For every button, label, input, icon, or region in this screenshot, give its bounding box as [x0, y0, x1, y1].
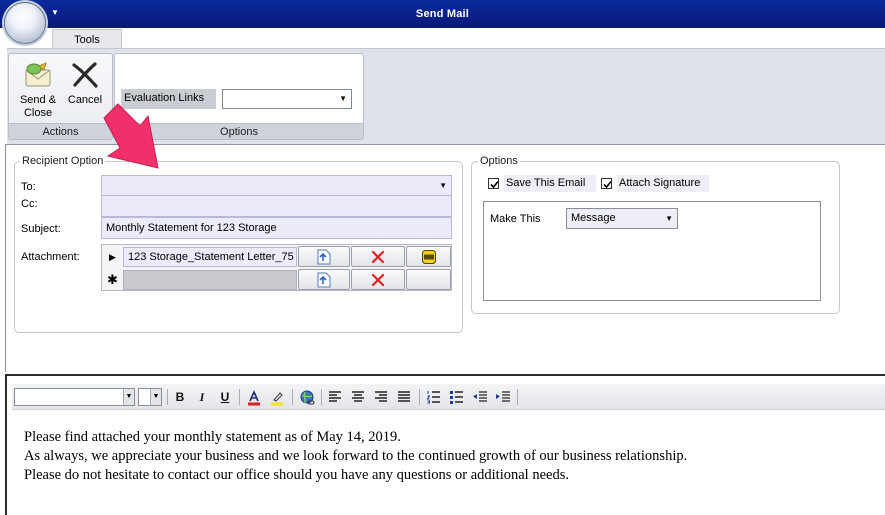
font-size-dropdown[interactable]: ▼: [138, 388, 162, 406]
recipient-option-legend: Recipient Option: [20, 155, 106, 167]
italic-icon[interactable]: I: [192, 387, 212, 407]
subject-label: Subject:: [21, 223, 61, 235]
toolbar-separator: [517, 389, 518, 405]
toolbar-separator: [292, 389, 293, 405]
body-line: As always, we appreciate your business a…: [24, 448, 688, 464]
new-row-asterisk-icon: ✱: [107, 272, 118, 287]
title-bar: Send Mail: [0, 0, 885, 28]
pdf-icon: [421, 249, 436, 264]
browse-file-icon: [317, 272, 331, 287]
delete-x-icon: [371, 273, 385, 286]
save-email-checkbox[interactable]: [488, 178, 499, 189]
underline-icon[interactable]: U: [215, 387, 235, 407]
cc-field[interactable]: [101, 196, 452, 217]
make-this-label: Make This: [490, 213, 541, 225]
subject-field[interactable]: Monthly Statement for 123 Storage: [101, 217, 452, 239]
remove-attachment-button[interactable]: [351, 246, 405, 267]
bold-icon[interactable]: B: [170, 387, 190, 407]
highlight-color-icon[interactable]: [267, 387, 287, 407]
align-right-icon[interactable]: [371, 387, 391, 407]
body-line: Please find attached your monthly statem…: [24, 429, 401, 445]
font-color-icon[interactable]: [244, 387, 264, 407]
attachment-file-cell[interactable]: 123 Storage_Statement Letter_75: [123, 247, 297, 267]
send-mail-icon: [22, 60, 54, 90]
attach-signature-label[interactable]: Attach Signature: [617, 175, 709, 192]
tab-tools[interactable]: Tools: [52, 29, 122, 49]
attachment-grid: ▶ 123 Storage_Statement Letter_75 ✱: [101, 244, 452, 291]
browse-attachment-button[interactable]: [298, 246, 350, 267]
window-title: Send Mail: [415, 8, 470, 20]
send-close-label-line2: Close: [23, 107, 53, 119]
new-attachment-cell[interactable]: [123, 270, 297, 290]
delete-x-icon: [371, 250, 385, 263]
chevron-down-icon: ▼: [665, 214, 673, 223]
numbered-list-icon[interactable]: [424, 387, 444, 407]
send-close-label-line1: Send &: [19, 94, 57, 106]
cancel-x-icon: [69, 60, 101, 90]
send-close-button[interactable]: Send & Close: [18, 60, 58, 120]
toolbar-separator: [239, 389, 240, 405]
attachment-label: Attachment:: [21, 251, 80, 263]
pdf-attachment-button[interactable]: [406, 246, 451, 267]
chevron-down-icon[interactable]: ▼: [439, 177, 447, 195]
decrease-indent-icon[interactable]: [470, 387, 490, 407]
new-attachment-row[interactable]: ✱: [102, 269, 451, 291]
evaluation-links-dropdown[interactable]: ▼: [222, 89, 352, 109]
save-email-label[interactable]: Save This Email: [504, 175, 596, 192]
make-this-value: Message: [571, 212, 616, 224]
empty-grid-button[interactable]: [406, 269, 451, 290]
to-label: To:: [21, 181, 36, 193]
chevron-down-icon: ▼: [123, 389, 134, 405]
chevron-down-icon: ▼: [339, 94, 347, 103]
attach-signature-checkbox[interactable]: [601, 178, 612, 189]
toolbar-separator: [419, 389, 420, 405]
insert-link-icon[interactable]: [297, 387, 317, 407]
message-body[interactable]: Please find attached your monthly statem…: [24, 428, 874, 485]
bulleted-list-icon[interactable]: [447, 387, 467, 407]
align-center-icon[interactable]: [348, 387, 368, 407]
body-line: Please do not hesitate to contact our of…: [24, 467, 569, 483]
browse-new-attachment-button[interactable]: [298, 269, 350, 290]
browse-file-icon: [317, 249, 331, 264]
increase-indent-icon[interactable]: [493, 387, 513, 407]
checkmark-icon: [490, 180, 499, 189]
application-orb-button[interactable]: [4, 2, 46, 44]
make-this-dropdown[interactable]: Message ▼: [566, 208, 678, 229]
pointer-arrow-icon: [103, 103, 159, 169]
align-left-icon[interactable]: [325, 387, 345, 407]
quick-access-dropdown-icon[interactable]: ▼: [51, 8, 59, 17]
toolbar-separator: [167, 389, 168, 405]
justify-icon[interactable]: [394, 387, 414, 407]
current-row-indicator-icon: ▶: [109, 252, 116, 262]
remove-new-attachment-button[interactable]: [351, 269, 405, 290]
toolbar-separator: [321, 389, 322, 405]
chevron-down-icon: ▼: [150, 389, 161, 405]
attachment-row[interactable]: ▶ 123 Storage_Statement Letter_75: [102, 246, 451, 268]
options-legend: Options: [478, 155, 520, 167]
font-name-dropdown[interactable]: ▼: [14, 388, 135, 406]
checkmark-icon: [603, 180, 612, 189]
cc-label: Cc:: [21, 198, 38, 210]
